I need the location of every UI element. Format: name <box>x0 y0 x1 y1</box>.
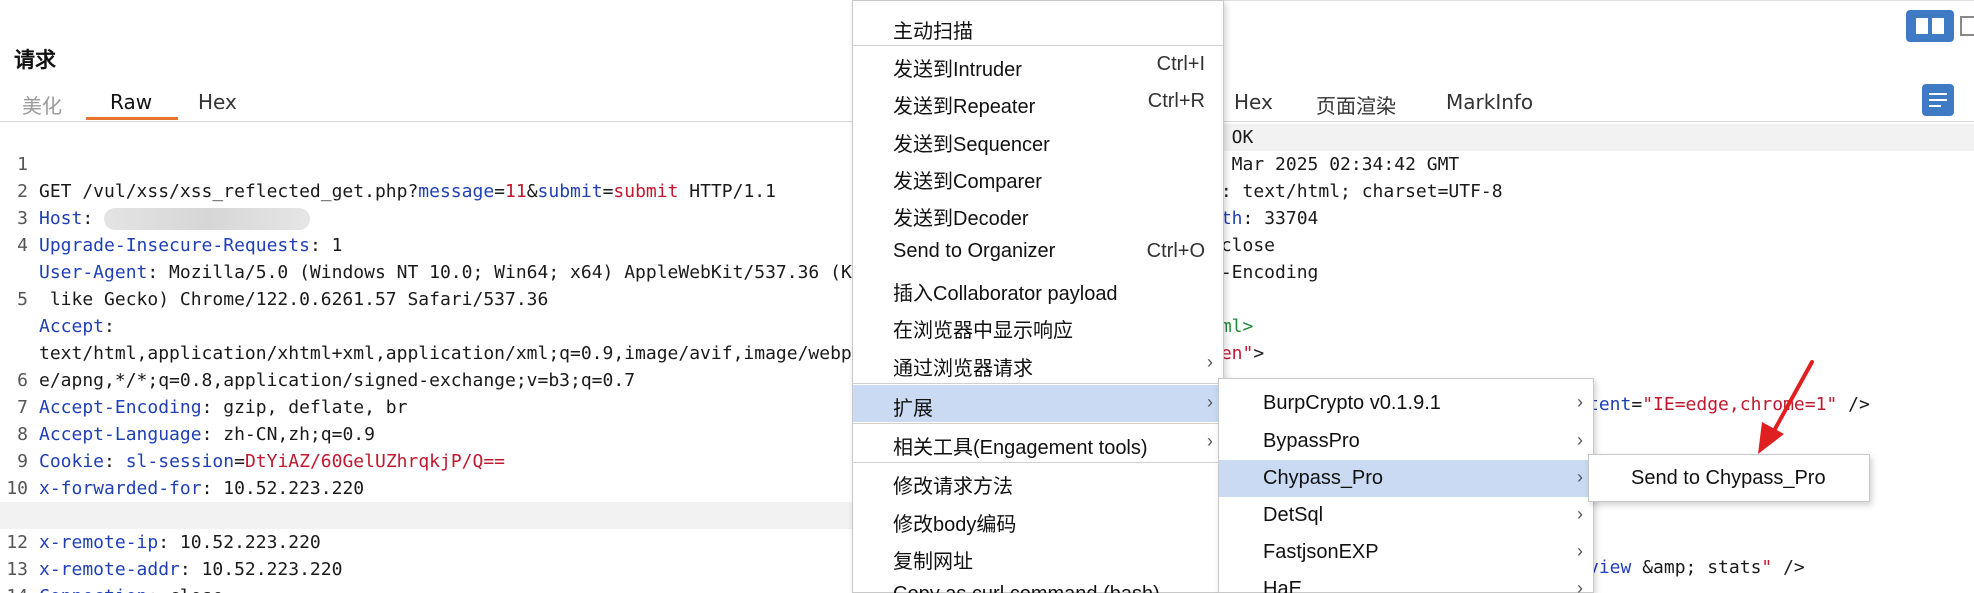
tab-pretty[interactable]: 美化 <box>16 90 68 119</box>
split-layout-button[interactable] <box>1906 10 1954 42</box>
code-line: gth: 33704 <box>1210 208 1319 229</box>
code-line: e/apng,*/*;q=0.8,application/signed-exch… <box>0 313 860 391</box>
code-line: 10 x-originating-ip: 10.52.223.220 <box>0 448 860 526</box>
response-fragment: view &amp; stats" /> <box>1588 557 1805 578</box>
code-line: 3 Upgrade-Insecure-Requests: 1 <box>0 178 860 256</box>
code-line: close <box>1210 235 1276 256</box>
menu-item-detsql[interactable]: DetSql › <box>1219 497 1593 534</box>
tab-markinfo[interactable]: MarkInfo <box>1446 90 1533 114</box>
menu-item-send-decoder[interactable]: 发送到Decoder <box>853 195 1223 232</box>
divider <box>1210 121 1974 122</box>
menu-item-send-organizer[interactable]: Send to Organizer Ctrl+O <box>853 233 1223 270</box>
line-number: 14 <box>0 583 28 593</box>
code-line: 2 Host: <box>0 151 860 230</box>
code-line: 14 <box>0 556 860 593</box>
response-tabs: Hex 页面渲染 MarkInfo <box>1210 86 1974 120</box>
menu-separator <box>853 383 1223 384</box>
code-line: 8 Cookie: sl-session=DtYiAZ/60GelUZhrqkj… <box>0 394 860 472</box>
request-title: 请求 <box>14 48 56 72</box>
response-editor[interactable]: 0 OK 2 Mar 2025 02:34:42 GMT e: text/htm… <box>1210 124 1974 367</box>
menu-item-send-repeater[interactable]: 发送到Repeater Ctrl+R <box>853 83 1223 120</box>
menu-item-request-in-browser[interactable]: 通过浏览器请求 › <box>853 345 1223 382</box>
pane-icon <box>1932 18 1944 34</box>
chevron-right-icon: › <box>1577 578 1583 593</box>
chevron-right-icon: › <box>1577 430 1583 450</box>
menu-item-show-in-browser[interactable]: 在浏览器中显示响应 <box>853 307 1223 344</box>
code-line: 0 OK <box>1210 124 1974 151</box>
menu-item-engagement-tools[interactable]: 相关工具(Engagement tools) › <box>853 424 1223 461</box>
code-line: t-Encoding <box>1210 262 1319 283</box>
menu-item-change-method[interactable]: 修改请求方法 <box>853 463 1223 500</box>
menu-item-send-comparer[interactable]: 发送到Comparer <box>853 158 1223 195</box>
context-menu: 主动扫描 发送到Intruder Ctrl+I 发送到Repeater Ctrl… <box>852 0 1224 593</box>
tab-hex[interactable]: Hex <box>1234 90 1273 114</box>
annotation-arrow-icon <box>1758 360 1814 454</box>
code-line: "en"> <box>1210 343 1265 364</box>
tab-raw[interactable]: Raw <box>104 90 158 114</box>
request-tabs: 美化 Raw Hex <box>0 86 860 120</box>
chevron-right-icon: › <box>1577 504 1583 524</box>
menu-item-send-sequencer[interactable]: 发送到Sequencer <box>853 121 1223 158</box>
chevron-right-icon: › <box>1207 352 1213 372</box>
code-line: 9 x-forwarded-for: 10.52.223.220 <box>0 421 860 499</box>
code-line: 13 Connection: close <box>0 529 860 593</box>
request-editor[interactable]: 1 GET /vul/xss/xss_reflected_get.php?mes… <box>0 124 906 593</box>
menu-item-burpcrypto[interactable]: BurpCrypto v0.1.9.1 › <box>1219 385 1593 422</box>
tab-hex[interactable]: Hex <box>192 90 243 114</box>
chevron-right-icon: › <box>1577 467 1583 487</box>
code-line: 7 Accept-Language: zh-CN,zh;q=0.9 <box>0 367 860 445</box>
horizontal-layout-icon[interactable] <box>1960 16 1974 36</box>
divider <box>1210 0 1974 1</box>
code-line: 4 User-Agent: Mozilla/5.0 (Windows NT 10… <box>0 205 906 283</box>
code-line-current: 12 x-remote-addr: 10.52.223.220 <box>0 502 860 580</box>
code-line: 1 GET /vul/xss/xss_reflected_get.php?mes… <box>0 124 860 202</box>
menu-item-copy-url[interactable]: 复制网址 <box>853 538 1223 575</box>
menu-item-fastjsonexp[interactable]: FastjsonEXP › <box>1219 534 1593 571</box>
tab-render[interactable]: 页面渲染 <box>1316 90 1396 119</box>
code-line: like Gecko) Chrome/122.0.6261.57 Safari/… <box>0 232 860 310</box>
pane-icon <box>1916 18 1928 34</box>
menu-item-extensions[interactable]: 扩展 › <box>853 385 1223 422</box>
line-content: Connection: close <box>39 583 223 593</box>
menu-item-hae[interactable]: HaE › <box>1219 571 1593 593</box>
response-fragment: tent="IE=edge,chrome=1" /> <box>1588 394 1870 415</box>
code-line: e: text/html; charset=UTF-8 <box>1210 181 1503 202</box>
chevron-right-icon: › <box>1577 392 1583 412</box>
code-line: 11 x-remote-ip: 10.52.223.220 <box>0 475 860 553</box>
wrap-lines-icon[interactable] <box>1922 84 1954 116</box>
extensions-submenu: BurpCrypto v0.1.9.1 › BypassPro › Chypas… <box>1218 378 1594 593</box>
code-line: text/html,application/xhtml+xml,applicat… <box>0 286 906 364</box>
menu-item-change-body-encoding[interactable]: 修改body编码 <box>853 501 1223 538</box>
code-line: tml> <box>1210 316 1254 337</box>
menu-item-bypasspro[interactable]: BypassPro › <box>1219 423 1593 460</box>
menu-item-insert-collaborator[interactable]: 插入Collaborator payload <box>853 270 1223 307</box>
code-line: 5 Accept: <box>0 259 860 337</box>
code-line: 2 Mar 2025 02:34:42 GMT <box>1210 154 1460 175</box>
divider <box>0 121 860 122</box>
menu-item-send-to-chypass[interactable]: Send to Chypass_Pro <box>1589 460 1869 497</box>
chypass-submenu: Send to Chypass_Pro <box>1588 454 1870 502</box>
chevron-right-icon: › <box>1577 541 1583 561</box>
chevron-right-icon: › <box>1207 392 1213 412</box>
menu-item-copy-curl[interactable]: Copy as curl command (bash) <box>853 576 1223 593</box>
menu-item-chypass-pro[interactable]: Chypass_Pro › <box>1219 460 1593 497</box>
code-line: 6 Accept-Encoding: gzip, deflate, br <box>0 340 860 418</box>
active-tab-indicator <box>86 117 178 120</box>
menu-item-active-scan[interactable]: 主动扫描 <box>853 8 1223 45</box>
menu-item-send-intruder[interactable]: 发送到Intruder Ctrl+I <box>853 46 1223 83</box>
chevron-right-icon: › <box>1207 431 1213 451</box>
